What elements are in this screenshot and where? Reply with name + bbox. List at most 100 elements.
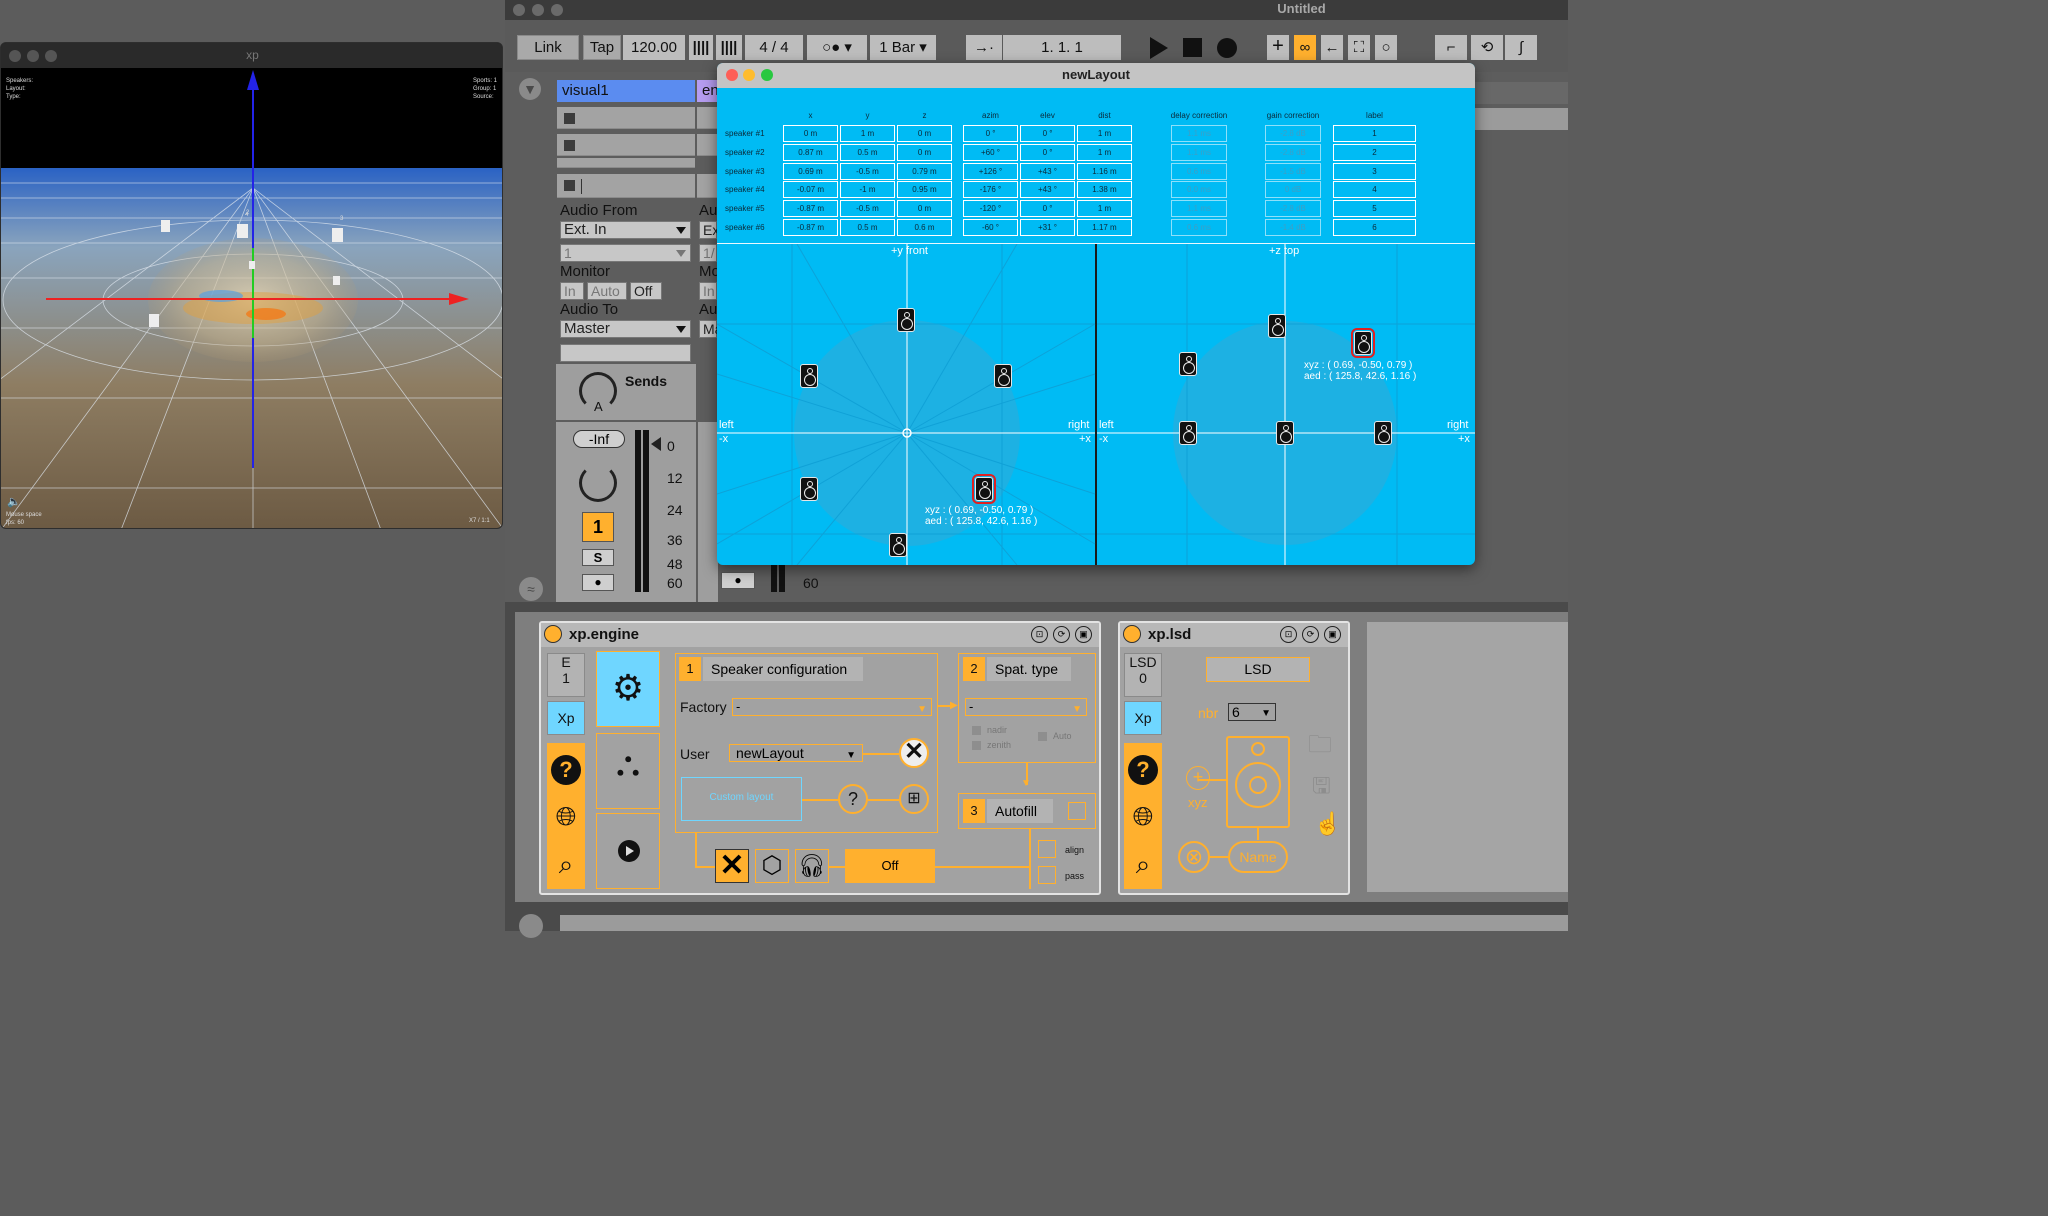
folder-icon[interactable]: 🗀 — [1308, 727, 1332, 768]
speaker-6-marker[interactable] — [800, 364, 818, 388]
volume-slider-icon[interactable] — [651, 437, 661, 451]
lsd-button[interactable]: LSD — [1206, 657, 1310, 682]
speaker-2-front-marker[interactable] — [1374, 421, 1392, 445]
pointer-icon[interactable]: ☝ — [1314, 811, 1341, 837]
close-icon[interactable] — [726, 69, 738, 81]
speaker-5-marker[interactable] — [800, 477, 818, 501]
track2-select[interactable]: Ex — [699, 221, 719, 239]
nadir-checkbox[interactable] — [972, 726, 981, 735]
speaker-dist-cell[interactable]: 1 m — [1077, 200, 1132, 218]
speaker-4-marker[interactable] — [889, 533, 907, 557]
clip-slot[interactable] — [697, 107, 719, 129]
punch-icon[interactable]: ∫ — [1505, 35, 1537, 60]
speaker-dist-cell[interactable]: 1.16 m — [1077, 162, 1132, 180]
metronome-menu[interactable]: ○● ▾ — [807, 35, 867, 60]
close-icon[interactable] — [9, 50, 21, 62]
speaker-x-cell[interactable]: 0.69 m — [783, 162, 838, 180]
xp-button[interactable]: Xp — [547, 701, 585, 735]
device-save-icon[interactable]: ▣ — [1075, 626, 1092, 643]
search-icon[interactable]: ⌕ — [1128, 851, 1158, 877]
clear-icon[interactable]: ⊗ — [1178, 841, 1210, 873]
speaker-x-cell[interactable]: -0.87 m — [783, 200, 838, 218]
audio-to-channel-select[interactable] — [560, 344, 691, 362]
speaker-z-cell[interactable]: 0 m — [897, 125, 952, 142]
track-activator-button[interactable]: 1 — [582, 512, 614, 542]
add-icon[interactable]: + — [1267, 35, 1289, 60]
speaker-z-cell[interactable]: 0.6 m — [897, 219, 952, 236]
xp-button[interactable]: Xp — [1124, 701, 1162, 735]
autofill-checkbox[interactable] — [1068, 802, 1086, 820]
speaker-z-cell[interactable]: 0.95 m — [897, 181, 952, 199]
track2-button[interactable]: In — [699, 282, 717, 300]
zenith-checkbox[interactable] — [972, 741, 981, 750]
speaker-4-front-marker[interactable] — [1268, 314, 1286, 338]
crosshair-icon[interactable]: + — [1186, 766, 1210, 790]
speaker-y-cell[interactable]: -0.5 m — [840, 162, 895, 180]
custom-layout-button[interactable]: Custom layout — [681, 777, 802, 821]
minimize-icon[interactable] — [743, 69, 755, 81]
speaker-3-marker[interactable] — [972, 474, 996, 504]
clip-view-toggle-icon[interactable] — [519, 914, 543, 938]
speaker-6-front-marker[interactable] — [1179, 352, 1197, 376]
speaker-azim-cell[interactable]: 0 ° — [963, 125, 1018, 142]
nbr-select[interactable]: 6 ▼ — [1228, 703, 1276, 721]
stop-clip-icon[interactable] — [564, 180, 575, 191]
pan-knob[interactable] — [579, 464, 617, 502]
tap-button[interactable]: Tap — [583, 35, 621, 60]
delete-icon[interactable]: ✕ — [899, 738, 929, 768]
auto-checkbox[interactable] — [1038, 732, 1047, 741]
help-button[interactable]: ? — [838, 784, 868, 814]
help-icon[interactable]: ? — [1128, 755, 1158, 785]
solo-button[interactable]: S — [582, 549, 614, 566]
nudge-up-icon[interactable]: |||| — [716, 35, 742, 60]
speaker-azim-cell[interactable]: -60 ° — [963, 219, 1018, 236]
clip-slot[interactable] — [557, 158, 695, 168]
speaker-y-cell[interactable]: -1 m — [840, 181, 895, 199]
session-record-icon[interactable]: ○ — [1375, 35, 1397, 60]
position-field[interactable]: 1. 1. 1 — [1003, 35, 1121, 60]
draw-mode-icon[interactable]: ⌐ — [1435, 35, 1467, 60]
quantize-menu[interactable]: 1 Bar ▾ — [870, 35, 936, 60]
speaker-dist-cell[interactable]: 1.38 m — [1077, 181, 1132, 199]
speaker-z-cell[interactable]: 0 m — [897, 143, 952, 161]
stop-clip-icon[interactable] — [564, 140, 575, 151]
scene-3d[interactable] — [1, 68, 503, 529]
layout-views[interactable] — [717, 244, 1475, 565]
speaker-y-cell[interactable]: -0.5 m — [840, 200, 895, 218]
device-menu-icon[interactable]: ⊡ — [1031, 626, 1048, 643]
speaker-2-marker[interactable] — [994, 364, 1012, 388]
close-icon[interactable] — [513, 4, 525, 16]
speaker-elev-cell[interactable]: 0 ° — [1020, 125, 1075, 142]
volume-field[interactable]: -Inf — [573, 430, 625, 448]
spat-select[interactable]: - ▼ — [965, 698, 1087, 716]
capture-icon[interactable]: ⛶ — [1348, 35, 1370, 60]
device-refresh-icon[interactable]: ⟳ — [1302, 626, 1319, 643]
speaker-azim-cell[interactable]: +60 ° — [963, 143, 1018, 161]
clip-slot[interactable] — [557, 134, 695, 156]
speaker-elev-cell[interactable]: 0 ° — [1020, 200, 1075, 218]
clip-slot[interactable] — [557, 107, 695, 129]
clip-slot[interactable] — [697, 134, 719, 156]
speaker-label-cell[interactable]: 5 — [1333, 200, 1416, 218]
arm-button[interactable]: ● — [582, 574, 614, 591]
align-checkbox[interactable] — [1038, 840, 1056, 858]
record-icon[interactable] — [1217, 38, 1237, 58]
speaker-elev-cell[interactable]: +43 ° — [1020, 181, 1075, 199]
speaker-azim-cell[interactable]: +126 ° — [963, 162, 1018, 180]
audio-from-channel-select[interactable]: 1 — [560, 244, 691, 262]
minimize-icon[interactable] — [27, 50, 39, 62]
collapse-icon[interactable]: ▼ — [519, 78, 541, 100]
speaker-azim-cell[interactable]: -176 ° — [963, 181, 1018, 199]
pass-checkbox[interactable] — [1038, 866, 1056, 884]
speaker-azim-cell[interactable]: -120 ° — [963, 200, 1018, 218]
close-icon[interactable]: ✕ — [715, 849, 749, 883]
speaker-y-cell[interactable]: 0.5 m — [840, 219, 895, 236]
monitor-auto-button[interactable]: Auto — [587, 282, 627, 300]
tempo-field[interactable]: 120.00 — [623, 35, 685, 60]
globe-icon[interactable]: 🌐︎ — [1128, 803, 1158, 829]
speaker-elev-cell[interactable]: 0 ° — [1020, 143, 1075, 161]
cube-icon[interactable]: ⬡ — [755, 849, 789, 883]
back-to-arrangement-icon[interactable]: ← — [1321, 35, 1343, 60]
monitor-off-button[interactable]: Off — [630, 282, 662, 300]
track-header-visual1[interactable]: visual1 — [557, 80, 695, 102]
